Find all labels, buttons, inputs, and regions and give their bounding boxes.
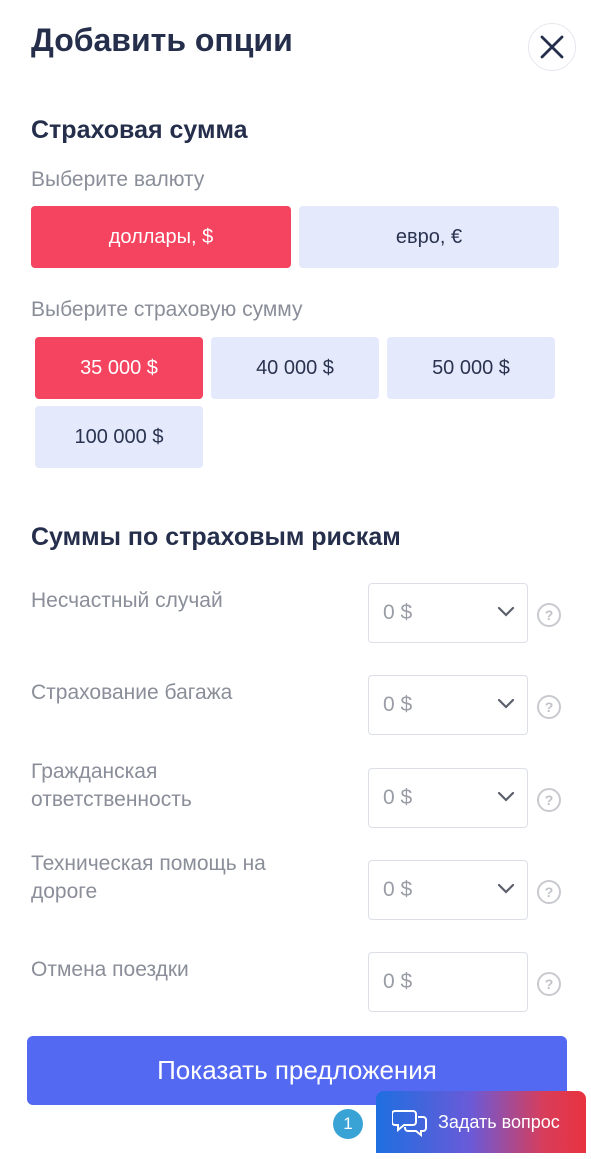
risk-select-baggage[interactable]: 0 $ xyxy=(368,675,528,735)
ask-question-button[interactable]: Задать вопрос xyxy=(376,1091,586,1153)
risks-heading: Суммы по страховым рискам xyxy=(31,523,401,551)
help-icon[interactable]: ? xyxy=(537,972,561,996)
risk-label-accident: Несчастный случай xyxy=(31,589,223,612)
amount-option-50000[interactable]: 50 000 $ xyxy=(387,337,555,399)
ask-question-label: Задать вопрос xyxy=(438,1111,560,1132)
amount-option-100000[interactable]: 100 000 $ xyxy=(35,406,203,468)
amount-option-35000[interactable]: 35 000 $ xyxy=(35,337,203,399)
page-title: Добавить опции xyxy=(31,22,293,58)
risk-select-road-assistance[interactable]: 0 $ xyxy=(368,860,528,920)
chevron-down-icon xyxy=(497,606,515,617)
risk-select-value: 0 $ xyxy=(383,878,413,901)
risk-select-value: 0 $ xyxy=(383,693,413,716)
close-button[interactable] xyxy=(528,23,576,71)
notification-badge: 1 xyxy=(333,1109,363,1139)
chat-bubbles-icon xyxy=(392,1107,428,1137)
risk-select-value: 0 $ xyxy=(383,601,413,624)
currency-option-usd[interactable]: доллары, $ xyxy=(31,206,291,268)
risk-label-liability: Гражданская ответственность xyxy=(31,760,192,811)
risk-label-baggage: Страхование багажа xyxy=(31,681,233,704)
help-icon[interactable]: ? xyxy=(537,695,561,719)
help-icon[interactable]: ? xyxy=(537,788,561,812)
close-icon xyxy=(540,35,564,59)
insured-sum-heading: Страховая сумма xyxy=(31,116,248,144)
amount-option-40000[interactable]: 40 000 $ xyxy=(211,337,379,399)
chevron-down-icon xyxy=(497,883,515,894)
risk-label-trip-cancel: Отмена поездки xyxy=(31,958,189,981)
risk-select-liability[interactable]: 0 $ xyxy=(368,768,528,828)
risk-select-value: 0 $ xyxy=(383,786,413,809)
currency-option-eur[interactable]: евро, € xyxy=(299,206,559,268)
help-icon[interactable]: ? xyxy=(537,603,561,627)
risk-label-road-assistance: Техническая помощь на дороге xyxy=(31,852,266,903)
chevron-down-icon xyxy=(497,698,515,709)
help-icon[interactable]: ? xyxy=(537,880,561,904)
chevron-down-icon xyxy=(497,791,515,802)
amount-label: Выберите страховую сумму xyxy=(31,298,303,321)
currency-label: Выберите валюту xyxy=(31,168,205,191)
risk-input-trip-cancel[interactable]: 0 $ xyxy=(368,952,528,1012)
risk-select-accident[interactable]: 0 $ xyxy=(368,583,528,643)
risk-input-value: 0 $ xyxy=(383,970,413,993)
